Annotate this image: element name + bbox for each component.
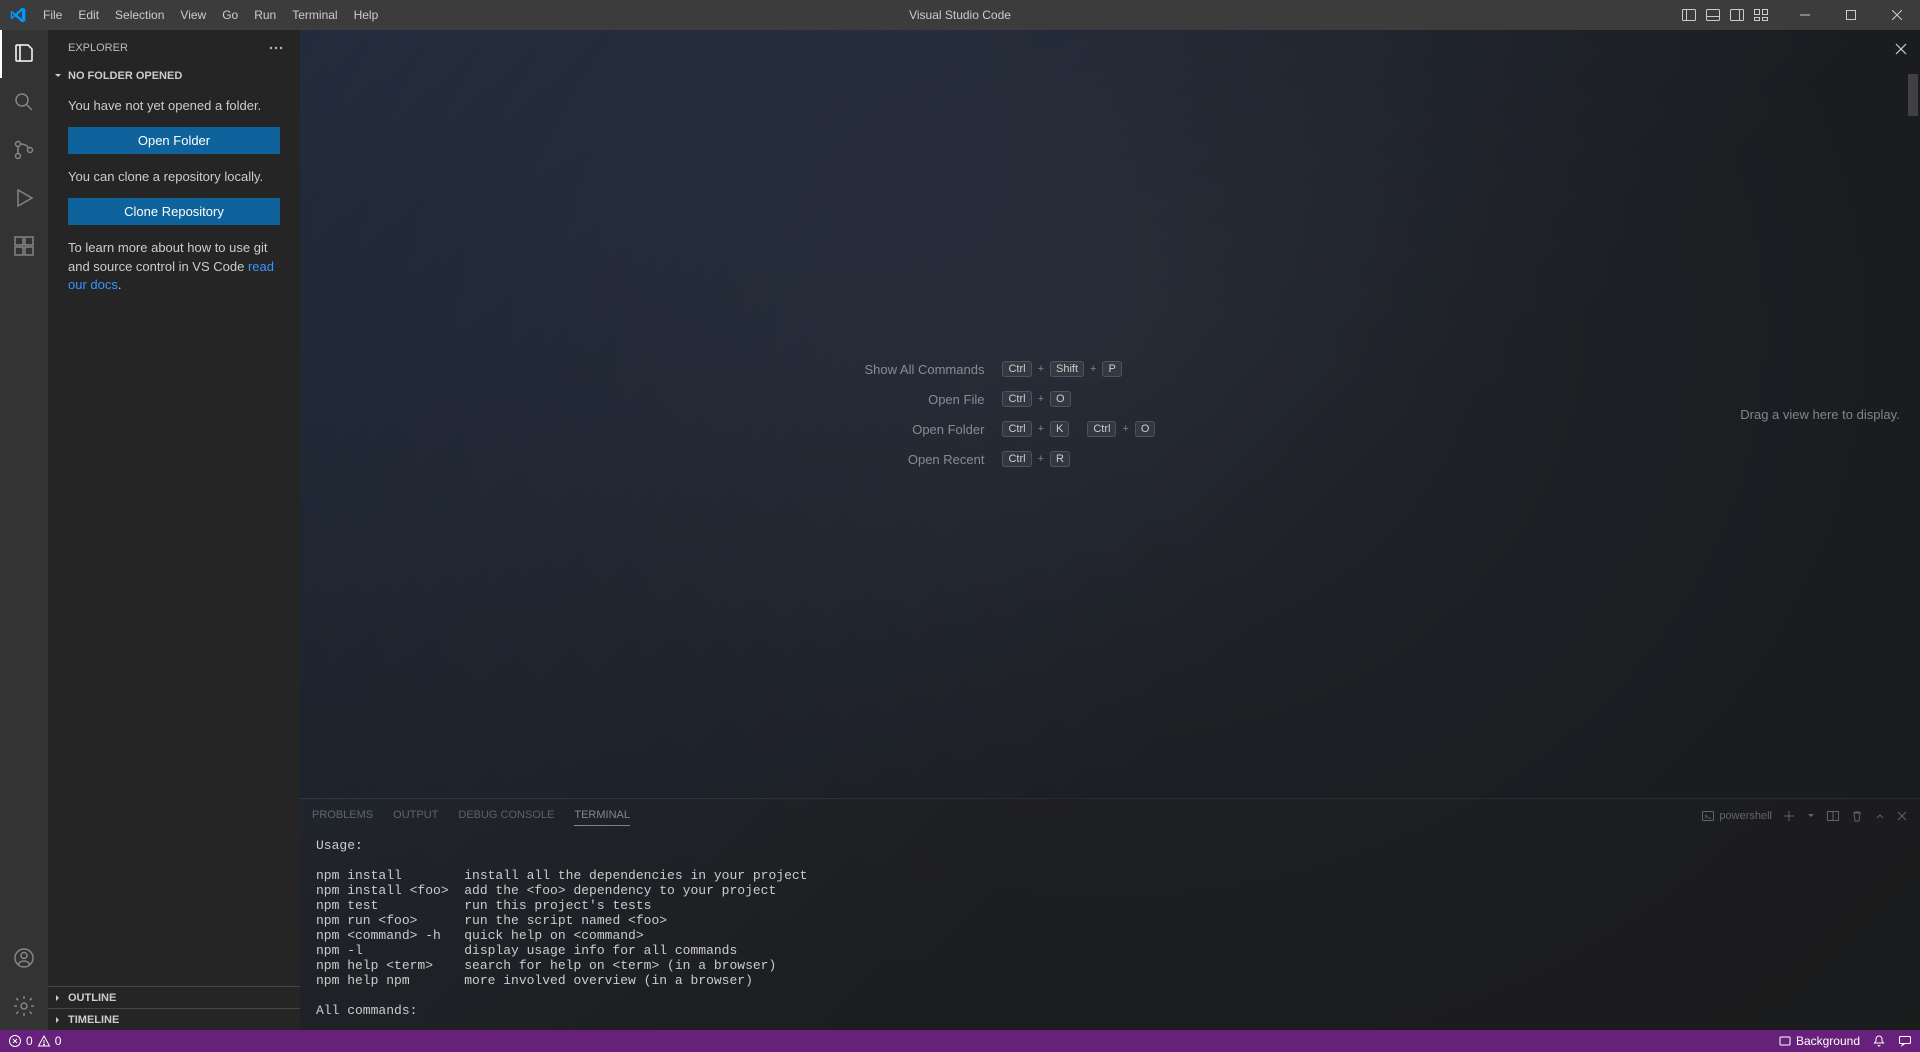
kill-terminal-icon[interactable] [1850, 809, 1864, 823]
open-folder-button[interactable]: Open Folder [68, 127, 280, 154]
close-panel-icon[interactable] [1896, 810, 1908, 822]
wm-show-commands-label: Show All Commands [865, 362, 985, 377]
menu-terminal[interactable]: Terminal [284, 0, 345, 30]
tab-problems[interactable]: PROBLEMS [312, 805, 373, 826]
learn-more-message: To learn more about how to use git and s… [68, 239, 280, 294]
menu-file[interactable]: File [35, 0, 70, 30]
activity-accounts[interactable] [0, 934, 48, 982]
activity-extensions[interactable] [0, 222, 48, 270]
window-title: Visual Studio Code [909, 8, 1011, 22]
menu-run[interactable]: Run [246, 0, 284, 30]
section-title: NO FOLDER OPENED [68, 70, 182, 82]
wm-open-file-label: Open File [865, 392, 985, 407]
activity-explorer[interactable] [0, 30, 48, 78]
customize-layout-icon[interactable] [1750, 4, 1772, 26]
status-errors[interactable]: 0 0 [8, 1034, 61, 1048]
sidebar-more-icon[interactable] [268, 40, 284, 56]
sidebar: EXPLORER NO FOLDER OPENED You have not y… [48, 30, 300, 1030]
section-body: You have not yet opened a folder. Open F… [48, 87, 300, 304]
wm-open-recent-label: Open Recent [865, 452, 985, 467]
wm-show-commands-keys: Ctrl+ Shift+ P [1002, 361, 1155, 377]
no-folder-message: You have not yet opened a folder. [68, 97, 280, 115]
section-no-folder[interactable]: NO FOLDER OPENED [48, 65, 300, 87]
editor-watermark: Show All Commands Ctrl+ Shift+ P Open Fi… [865, 361, 1156, 467]
panel: PROBLEMS OUTPUT DEBUG CONSOLE TERMINAL p… [300, 798, 1920, 1030]
vscode-logo-icon [0, 7, 35, 23]
clone-message: You can clone a repository locally. [68, 168, 280, 186]
menu-go[interactable]: Go [214, 0, 246, 30]
minimize-button[interactable] [1782, 0, 1828, 30]
close-button[interactable] [1874, 0, 1920, 30]
toggle-primary-sidebar-icon[interactable] [1678, 4, 1700, 26]
activity-run-debug[interactable] [0, 174, 48, 222]
clone-repository-button[interactable]: Clone Repository [68, 198, 280, 225]
terminal-dropdown-icon[interactable] [1806, 811, 1816, 821]
section-outline[interactable]: OUTLINE [48, 986, 300, 1008]
tab-terminal[interactable]: TERMINAL [574, 805, 630, 826]
editor-area: Show All Commands Ctrl+ Shift+ P Open Fi… [300, 30, 1920, 1030]
chevron-right-icon [52, 1014, 64, 1026]
menu-view[interactable]: View [172, 0, 214, 30]
tab-debug-console[interactable]: DEBUG CONSOLE [458, 805, 554, 826]
secondary-sidebar-drop-area[interactable]: Drag a view here to display. [1720, 30, 1920, 798]
wm-open-folder-label: Open Folder [865, 422, 985, 437]
activity-settings[interactable] [0, 982, 48, 1030]
chevron-right-icon [52, 992, 64, 1004]
wm-open-recent-keys: Ctrl+ R [1002, 451, 1155, 467]
sidebar-header: EXPLORER [48, 30, 300, 65]
drop-hint-text: Drag a view here to display. [1740, 407, 1899, 422]
tab-output[interactable]: OUTPUT [393, 805, 438, 826]
timeline-label: TIMELINE [68, 1014, 119, 1026]
wm-open-file-keys: Ctrl+ O [1002, 391, 1155, 407]
wm-open-folder-keys: Ctrl+ K Ctrl+ O [1002, 421, 1155, 437]
terminal-output[interactable]: Usage: npm install install all the depen… [300, 832, 1920, 1030]
maximize-panel-icon[interactable] [1874, 810, 1886, 822]
terminal-profile-label[interactable]: powershell [1701, 809, 1772, 823]
toggle-secondary-sidebar-icon[interactable] [1726, 4, 1748, 26]
activity-source-control[interactable] [0, 126, 48, 174]
menubar: File Edit Selection View Go Run Terminal… [35, 0, 386, 30]
menu-help[interactable]: Help [346, 0, 387, 30]
title-bar: File Edit Selection View Go Run Terminal… [0, 0, 1920, 30]
activity-bar [0, 30, 48, 1030]
menu-selection[interactable]: Selection [107, 0, 172, 30]
panel-tabs: PROBLEMS OUTPUT DEBUG CONSOLE TERMINAL p… [300, 799, 1920, 832]
status-background[interactable]: Background [1778, 1034, 1860, 1048]
status-bar: 0 0 Background [0, 1030, 1920, 1052]
toggle-panel-icon[interactable] [1702, 4, 1724, 26]
sidebar-title: EXPLORER [68, 42, 128, 54]
title-right-controls [1678, 0, 1920, 30]
status-notifications-icon[interactable] [1872, 1034, 1886, 1048]
editor-empty-state: Show All Commands Ctrl+ Shift+ P Open Fi… [300, 30, 1720, 798]
section-timeline[interactable]: TIMELINE [48, 1008, 300, 1030]
new-terminal-icon[interactable] [1782, 809, 1796, 823]
menu-edit[interactable]: Edit [70, 0, 107, 30]
activity-search[interactable] [0, 78, 48, 126]
maximize-button[interactable] [1828, 0, 1874, 30]
chevron-down-icon [52, 70, 64, 82]
status-feedback-icon[interactable] [1898, 1034, 1912, 1048]
outline-label: OUTLINE [68, 992, 116, 1004]
terminal-scrollbar[interactable] [1908, 74, 1918, 116]
split-terminal-icon[interactable] [1826, 809, 1840, 823]
